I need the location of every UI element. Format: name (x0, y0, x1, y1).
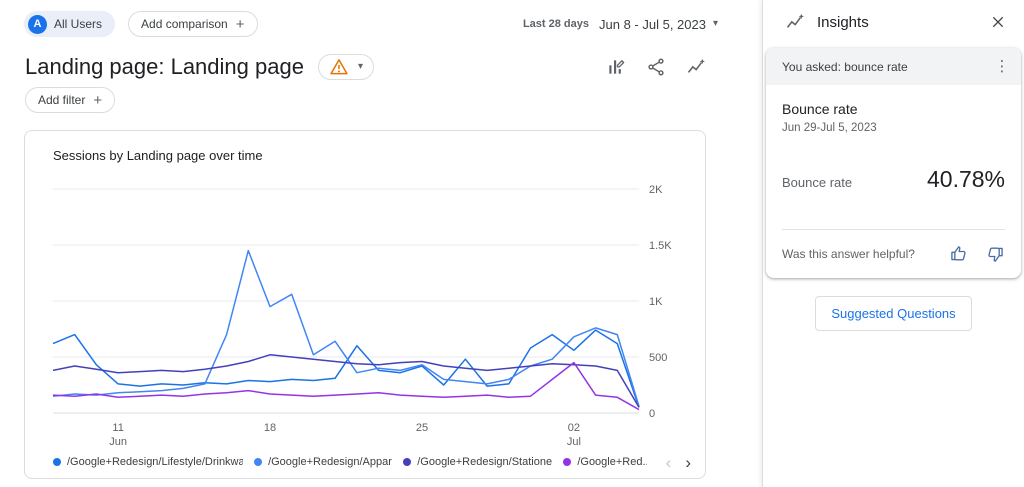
insights-panel: Insights You asked: bounce rate ⋮ Bounce… (762, 0, 1024, 487)
y-tick-label: 2K (649, 184, 663, 196)
add-comparison-button[interactable]: Add comparison + (128, 11, 257, 37)
chart-card: Sessions by Landing page over time 2K 1.5… (24, 130, 706, 479)
legend-item[interactable]: /Google+Redesign/Stationery (403, 456, 552, 468)
legend-label: /Google+Redesign/Lifestyle/Drinkware (67, 456, 243, 468)
report-action-icons (606, 57, 706, 77)
chevron-down-icon: ▾ (713, 19, 718, 29)
x-tick-label: 25 (416, 422, 428, 434)
legend-item[interactable]: /Google+Redesign/Lifestyle/Drinkware (53, 456, 243, 468)
date-range-picker[interactable]: Last 28 days Jun 8 - Jul 5, 2023 ▾ (523, 17, 718, 32)
date-range-preset-label: Last 28 days (523, 18, 589, 30)
insight-metric-value: 40.78% (927, 166, 1005, 193)
sessions-line-chart[interactable]: 2K 1.5K 1K 500 0 11 Jun 18 25 02 Jul (25, 165, 705, 449)
filter-row: Add filter + (25, 87, 115, 113)
legend-label: /Google+Red... (577, 456, 646, 468)
legend-label: /Google+Redesign/Stationery (417, 456, 552, 468)
x-tick-label: 11 (112, 422, 123, 434)
insight-metric-title: Bounce rate (782, 101, 1005, 117)
x-tick-sublabel: Jul (567, 436, 581, 448)
insight-card-body: Bounce rate Jun 29-Jul 5, 2023 Bounce ra… (766, 85, 1021, 278)
close-icon[interactable] (990, 14, 1006, 30)
user-segment-avatar: A (28, 15, 47, 34)
x-tick-sublabel: Jun (109, 436, 127, 448)
plus-icon: + (236, 17, 245, 32)
y-tick-label: 0 (649, 408, 655, 420)
legend-item[interactable]: /Google+Redesign/Apparel (254, 456, 392, 468)
divider (782, 229, 1005, 230)
thumbs-up-icon[interactable] (949, 244, 969, 264)
legend-next-icon[interactable]: › (685, 454, 691, 471)
topbar: A All Users Add comparison + Last 28 day… (24, 11, 718, 37)
insight-metric-label: Bounce rate (782, 175, 852, 190)
more-vertical-icon[interactable]: ⋮ (993, 59, 1011, 74)
insight-card-header: You asked: bounce rate ⋮ (766, 48, 1021, 85)
legend-pagination: ‹ › (658, 454, 691, 471)
feedback-row: Was this answer helpful? (782, 244, 1005, 264)
legend-dot (563, 458, 571, 466)
insight-date-range: Jun 29-Jul 5, 2023 (782, 122, 1005, 134)
all-users-label: All Users (54, 17, 102, 31)
date-range-value: Jun 8 - Jul 5, 2023 (599, 17, 706, 32)
chart-title: Sessions by Landing page over time (25, 131, 705, 163)
chart-legend: /Google+Redesign/Lifestyle/Drinkware/Goo… (53, 453, 691, 471)
y-tick-label: 500 (649, 352, 667, 364)
share-icon[interactable] (646, 57, 666, 77)
x-tick-label: 02 (568, 422, 580, 434)
report-title-row: Landing page: Landing page ▾ (25, 54, 706, 80)
customize-report-icon[interactable] (606, 57, 626, 77)
feedback-buttons (949, 244, 1005, 264)
legend-prev-icon[interactable]: ‹ (666, 454, 672, 471)
insights-header: Insights (763, 0, 1024, 42)
insight-card: You asked: bounce rate ⋮ Bounce rate Jun… (766, 48, 1021, 278)
chevron-down-icon: ▾ (358, 62, 363, 72)
page-title: Landing page: Landing page (25, 54, 304, 80)
data-quality-button[interactable]: ▾ (318, 54, 374, 80)
insights-panel-icon (785, 12, 805, 32)
thumbs-down-icon[interactable] (985, 244, 1005, 264)
legend-dot (254, 458, 262, 466)
y-tick-label: 1K (649, 296, 663, 308)
x-tick-label: 18 (264, 422, 276, 434)
legend-dot (403, 458, 411, 466)
suggested-questions-button[interactable]: Suggested Questions (815, 296, 971, 331)
add-filter-label: Add filter (38, 93, 85, 107)
insights-panel-title: Insights (817, 14, 869, 31)
all-users-chip[interactable]: A All Users (24, 11, 115, 37)
legend-dot (53, 458, 61, 466)
warning-icon (329, 57, 349, 77)
insights-icon[interactable] (686, 57, 706, 77)
add-filter-button[interactable]: Add filter + (25, 87, 115, 113)
plus-icon: + (93, 93, 102, 108)
insight-metric-row: Bounce rate 40.78% (782, 166, 1005, 193)
insight-question: You asked: bounce rate (782, 60, 908, 74)
y-tick-label: 1.5K (649, 240, 672, 252)
legend-item[interactable]: /Google+Red... (563, 456, 646, 468)
feedback-prompt: Was this answer helpful? (782, 247, 915, 261)
legend-label: /Google+Redesign/Apparel (268, 456, 392, 468)
add-comparison-label: Add comparison (141, 17, 228, 31)
chart-line (53, 251, 639, 407)
